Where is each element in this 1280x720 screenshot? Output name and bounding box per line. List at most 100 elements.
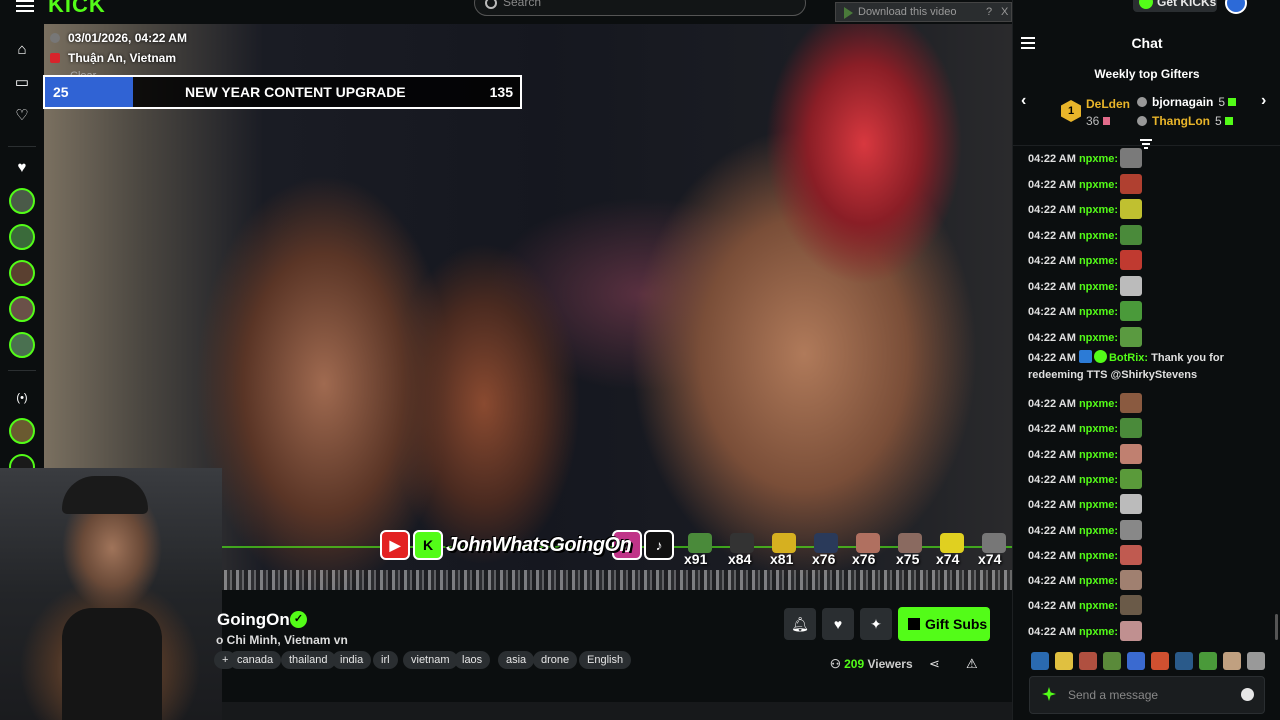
tag-chip[interactable]: drone xyxy=(533,651,578,669)
message-user[interactable]: npxme: xyxy=(1079,281,1118,293)
emote-icon xyxy=(1120,148,1143,168)
emote-icon[interactable] xyxy=(1127,652,1145,670)
emote-icon[interactable] xyxy=(1247,652,1265,670)
message-user[interactable]: npxme: xyxy=(1079,204,1118,216)
followed-channel-avatar[interactable] xyxy=(9,332,35,358)
message-user[interactable]: npxme: xyxy=(1079,423,1118,435)
emote-icon[interactable] xyxy=(1223,652,1241,670)
help-icon[interactable]: ? xyxy=(986,6,992,18)
sparkle-icon[interactable] xyxy=(1042,687,1056,701)
recommended-channel-avatar[interactable] xyxy=(9,418,35,444)
tag-chip[interactable]: laos xyxy=(454,651,491,669)
message-user[interactable]: npxme: xyxy=(1079,306,1118,318)
send-message-input[interactable] xyxy=(1068,685,1238,705)
download-video-bar[interactable]: Download this video ? X xyxy=(835,2,1012,22)
message-user[interactable]: npxme: xyxy=(1079,153,1118,165)
emote-icon xyxy=(1120,570,1143,591)
get-kicks-label: Get KICKs xyxy=(1157,0,1217,9)
following-icon[interactable]: ♡ xyxy=(12,106,32,126)
emote-icon[interactable] xyxy=(1199,652,1217,670)
goal-current: 25 xyxy=(53,84,69,100)
flag-icon xyxy=(50,53,60,63)
followed-channel-avatar[interactable] xyxy=(9,260,35,286)
chat-panel: Get KICKs Chat Weekly top Gifters ‹ › 1 … xyxy=(1012,0,1280,720)
chevron-right-icon[interactable]: › xyxy=(1261,92,1266,110)
gifter-row[interactable]: bjornagain 5 xyxy=(1137,95,1237,109)
webcam-overlay xyxy=(0,468,222,720)
emote-count: x84 xyxy=(728,551,752,567)
message-time: 04:22 AM xyxy=(1028,423,1076,436)
message-user[interactable]: npxme: xyxy=(1079,449,1118,461)
share-icon[interactable]: ⋖ xyxy=(929,656,940,672)
message-user[interactable]: npxme: xyxy=(1079,499,1118,511)
emote-icon xyxy=(1120,620,1143,641)
kick-logo[interactable]: KICK xyxy=(48,0,106,18)
message-user[interactable]: npxme: xyxy=(1079,525,1118,537)
top-bar: KICK Search Download this video ? X xyxy=(0,0,1012,24)
message-user[interactable]: npxme: xyxy=(1079,255,1118,267)
emote-icon[interactable] xyxy=(1175,652,1193,670)
gift-subs-button[interactable]: Gift Subs xyxy=(898,607,990,641)
heart-icon: ♥ xyxy=(17,159,27,176)
chat-input-box[interactable] xyxy=(1029,676,1265,714)
get-kicks-button[interactable]: Get KICKs xyxy=(1133,0,1217,12)
tag-chip[interactable]: irl xyxy=(373,651,398,669)
chat-scrollbar[interactable] xyxy=(1275,614,1278,640)
tag-chip[interactable]: vietnam xyxy=(403,651,458,669)
report-icon[interactable]: ⚠ xyxy=(966,656,978,672)
tag-chip[interactable]: canada xyxy=(229,651,282,669)
quick-emote-bar xyxy=(1027,652,1267,672)
streamer-name[interactable]: GoingOn xyxy=(217,610,290,630)
chevron-left-icon[interactable]: ‹ xyxy=(1021,92,1026,110)
emote-icon[interactable] xyxy=(1031,652,1049,670)
tag-chip[interactable]: india xyxy=(332,651,372,669)
emoji-icon[interactable] xyxy=(1241,688,1254,701)
followed-channel-avatar[interactable] xyxy=(9,224,35,250)
emote-icon[interactable] xyxy=(1079,652,1097,670)
emote-icon xyxy=(1120,468,1143,489)
top-gifter-count: 36 xyxy=(1086,114,1111,128)
tag-chip[interactable]: asia xyxy=(498,651,535,669)
overlay-date: 03/01/2026, 04:22 AM xyxy=(50,31,187,45)
emote-icon xyxy=(772,533,796,553)
emote-icon xyxy=(1120,275,1143,296)
gifter-row[interactable]: ThangLon 5 xyxy=(1137,114,1233,128)
chat-message: 04:22 AM npxme: xyxy=(1028,173,1143,194)
message-user[interactable]: npxme: xyxy=(1079,575,1118,587)
emote-icon xyxy=(1120,301,1143,321)
emote-icon[interactable] xyxy=(1151,652,1169,670)
followed-channel-avatar[interactable] xyxy=(9,188,35,214)
weekly-top-gifters: Weekly top Gifters ‹ › 1 DeLden 36 bjorn… xyxy=(1013,56,1280,146)
tag-chip[interactable]: thailand xyxy=(281,651,336,669)
message-user[interactable]: npxme: xyxy=(1079,600,1118,612)
message-time: 04:22 AM xyxy=(1028,600,1076,613)
close-icon[interactable]: X xyxy=(1001,6,1008,18)
user-avatar[interactable] xyxy=(1225,0,1247,14)
sparkle-button[interactable]: ✦ xyxy=(860,608,892,640)
top-gifter-name[interactable]: DeLden xyxy=(1086,97,1130,111)
viewer-count-number: 209 xyxy=(844,657,865,671)
message-user[interactable]: BotRix: xyxy=(1109,352,1148,364)
followed-channel-avatar[interactable] xyxy=(9,296,35,322)
tag-chip[interactable]: English xyxy=(579,651,632,669)
emote-icon[interactable] xyxy=(1055,652,1073,670)
message-user[interactable]: npxme: xyxy=(1079,398,1118,410)
search-bar[interactable]: Search xyxy=(474,0,806,16)
browse-icon[interactable]: ▭ xyxy=(12,73,32,93)
message-time: 04:22 AM xyxy=(1028,306,1076,318)
message-user[interactable]: npxme: xyxy=(1079,230,1118,242)
chat-message: 04:22 AM npxme: xyxy=(1028,570,1143,591)
follow-button[interactable]: ♥ xyxy=(822,608,854,640)
home-icon[interactable]: ⌂ xyxy=(12,40,32,60)
emote-count: x81 xyxy=(770,551,794,567)
notification-bell-button[interactable]: 🔔︎ xyxy=(784,608,816,640)
divider xyxy=(8,370,36,371)
message-user[interactable]: npxme: xyxy=(1079,179,1118,191)
emote-icon[interactable] xyxy=(1103,652,1121,670)
message-user[interactable]: npxme: xyxy=(1079,626,1118,638)
message-user[interactable]: npxme: xyxy=(1079,332,1118,344)
download-label[interactable]: Download this video xyxy=(858,6,956,18)
message-user[interactable]: npxme: xyxy=(1079,474,1118,486)
message-user[interactable]: npxme: xyxy=(1079,550,1118,562)
menu-icon[interactable] xyxy=(16,0,34,12)
